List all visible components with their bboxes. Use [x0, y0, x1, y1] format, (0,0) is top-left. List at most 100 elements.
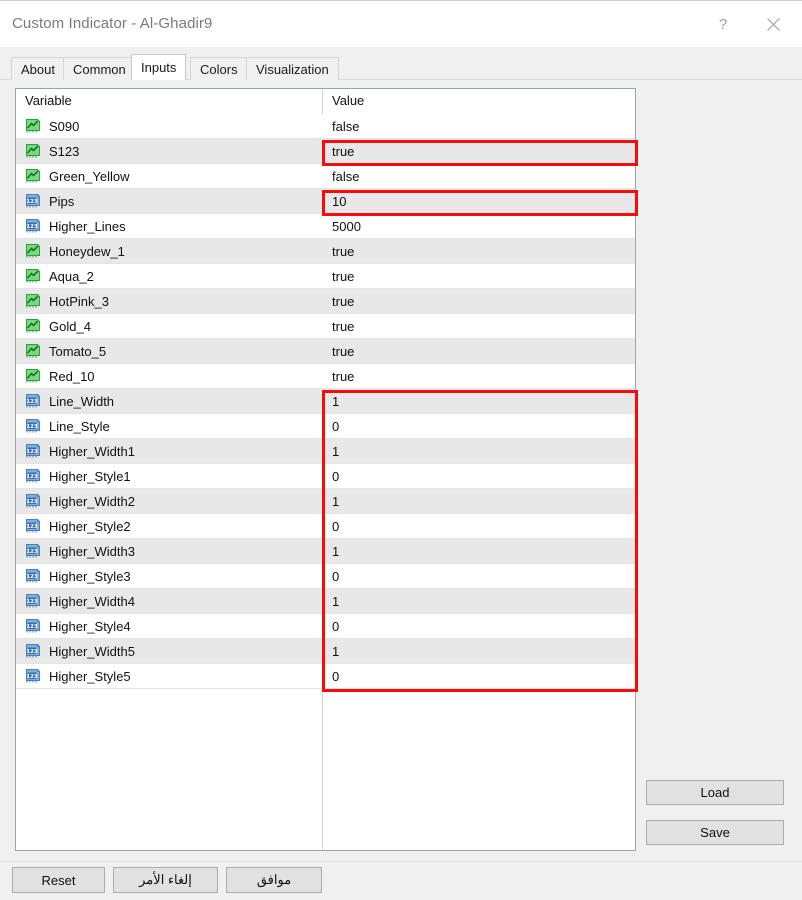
table-row[interactable]: Red_10 true [16, 364, 635, 389]
value-cell[interactable]: 0 [323, 564, 635, 588]
value-cell[interactable]: true [323, 289, 635, 313]
table-row[interactable]: Honeydew_1true [16, 239, 635, 264]
table-row[interactable]: 123Higher_Style30 [16, 564, 635, 589]
variable-name: S123 [49, 144, 79, 159]
value-cell[interactable]: 1 [323, 489, 635, 513]
number-123-icon: 123 [25, 518, 41, 534]
value-cell[interactable]: true [323, 139, 635, 163]
svg-text:123: 123 [26, 674, 38, 680]
help-button[interactable]: ? [700, 1, 746, 47]
value-cell[interactable]: 1 [323, 389, 635, 413]
tab-inputs[interactable]: Inputs [131, 54, 186, 80]
variable-name: Higher_Style2 [49, 519, 131, 534]
value-cell[interactable]: 1 [323, 589, 635, 613]
number-123-icon: 123 [25, 468, 41, 484]
number-123-icon: 123 [25, 218, 41, 234]
variable-cell: Aqua_2 [16, 264, 322, 288]
table-row[interactable]: 123Higher_Lines5000 [16, 214, 635, 239]
inputs-panel: Variable Value S090falseS123trueGreen_Ye… [0, 80, 802, 861]
value-cell[interactable]: true [323, 339, 635, 363]
value-cell[interactable]: 0 [323, 514, 635, 538]
variable-name: Tomato_5 [49, 344, 106, 359]
value-cell[interactable]: 0 [323, 414, 635, 438]
variable-cell: 123Higher_Width3 [16, 539, 322, 563]
table-row[interactable]: Tomato_5 true [16, 339, 635, 364]
svg-text:123: 123 [26, 474, 38, 480]
table-row[interactable]: 123Higher_Width31 [16, 539, 635, 564]
variable-name: Red_10 [49, 369, 95, 384]
variable-name: Higher_Width4 [49, 594, 135, 609]
variable-cell: 123 Higher_Style2 [16, 514, 322, 538]
table-row[interactable]: 123Higher_Width51 [16, 639, 635, 664]
table-row[interactable]: 123Line_Width1 [16, 389, 635, 414]
table-row[interactable]: Gold_4true [16, 314, 635, 339]
table-row[interactable]: Aqua_2true [16, 264, 635, 289]
load-button[interactable]: Load [646, 780, 784, 805]
value-cell[interactable]: 1 [323, 639, 635, 663]
table-row[interactable]: HotPink_3true [16, 289, 635, 314]
variable-cell: 123Higher_Width5 [16, 639, 322, 663]
svg-text:123: 123 [26, 524, 38, 530]
value-cell[interactable]: false [323, 164, 635, 188]
number-123-icon: 123 [25, 643, 41, 659]
custom-indicator-dialog: Custom Indicator - Al-Ghadir9 ? AboutCom… [0, 0, 802, 898]
variable-cell: 123Line_Style [16, 414, 322, 438]
variable-name: Higher_Style5 [49, 669, 131, 684]
table-row[interactable]: 123 Higher_Style5 0 [16, 664, 635, 689]
tab-about[interactable]: About [11, 57, 65, 80]
value-cell[interactable]: true [323, 314, 635, 338]
table-row[interactable]: S123 true [16, 139, 635, 164]
svg-text:123: 123 [26, 399, 38, 405]
variable-name: S090 [49, 119, 79, 134]
variable-cell: 123Line_Width [16, 389, 322, 413]
ok-button[interactable]: موافق [226, 867, 322, 893]
table-row[interactable]: 123Higher_Width41 [16, 589, 635, 614]
variable-cell: Tomato_5 [16, 339, 322, 363]
table-row[interactable]: 123Pips10 [16, 189, 635, 214]
variable-cell: Red_10 [16, 364, 322, 388]
save-button[interactable]: Save [646, 820, 784, 845]
value-cell[interactable]: 0 [323, 614, 635, 638]
value-cell[interactable]: 0 [323, 464, 635, 488]
variable-name: Higher_Style4 [49, 619, 131, 634]
cancel-button[interactable]: إلغاء الأمر [113, 867, 218, 893]
tab-visualization[interactable]: Visualization [246, 57, 339, 80]
inputs-table: Variable Value S090falseS123trueGreen_Ye… [15, 88, 636, 851]
value-cell[interactable]: 0 [323, 664, 635, 688]
variable-name: Pips [49, 194, 74, 209]
tab-colors[interactable]: Colors [190, 57, 248, 80]
value-cell[interactable]: true [323, 239, 635, 263]
reset-button[interactable]: Reset [12, 867, 105, 893]
svg-text:123: 123 [26, 499, 38, 505]
value-cell[interactable]: 5000 [323, 214, 635, 238]
value-cell[interactable]: 1 [323, 439, 635, 463]
table-row[interactable]: 123Higher_Width11 [16, 439, 635, 464]
table-row[interactable]: S090 false [16, 114, 635, 139]
chart-document-icon [25, 268, 41, 284]
variable-cell: S123 [16, 139, 322, 163]
number-123-icon: 123 [25, 493, 41, 509]
close-icon [767, 18, 780, 31]
table-row[interactable]: 123 Higher_Style4 0 [16, 614, 635, 639]
variable-cell: 123 Higher_Style5 [16, 664, 322, 688]
number-123-icon: 123 [25, 618, 41, 634]
close-button[interactable] [750, 1, 796, 47]
value-cell[interactable]: true [323, 264, 635, 288]
chart-document-icon [25, 143, 41, 159]
table-row[interactable]: Green_Yellow false [16, 164, 635, 189]
variable-name: Green_Yellow [49, 169, 129, 184]
value-cell[interactable]: 10 [323, 189, 635, 213]
value-cell[interactable]: false [323, 114, 635, 138]
table-row[interactable]: 123 Higher_Style2 0 [16, 514, 635, 539]
dialog-footer: Reset إلغاء الأمر موافق [0, 861, 802, 900]
variable-cell: 123 Higher_Style1 [16, 464, 322, 488]
variable-name: Higher_Width1 [49, 444, 135, 459]
table-row[interactable]: 123 Higher_Style1 0 [16, 464, 635, 489]
tab-common[interactable]: Common [63, 57, 136, 80]
value-cell[interactable]: 1 [323, 539, 635, 563]
table-row[interactable]: 123Line_Style0 [16, 414, 635, 439]
value-cell[interactable]: true [323, 364, 635, 388]
table-row[interactable]: 123Higher_Width21 [16, 489, 635, 514]
variable-name: Higher_Style1 [49, 469, 131, 484]
column-header-variable: Variable [25, 93, 72, 108]
